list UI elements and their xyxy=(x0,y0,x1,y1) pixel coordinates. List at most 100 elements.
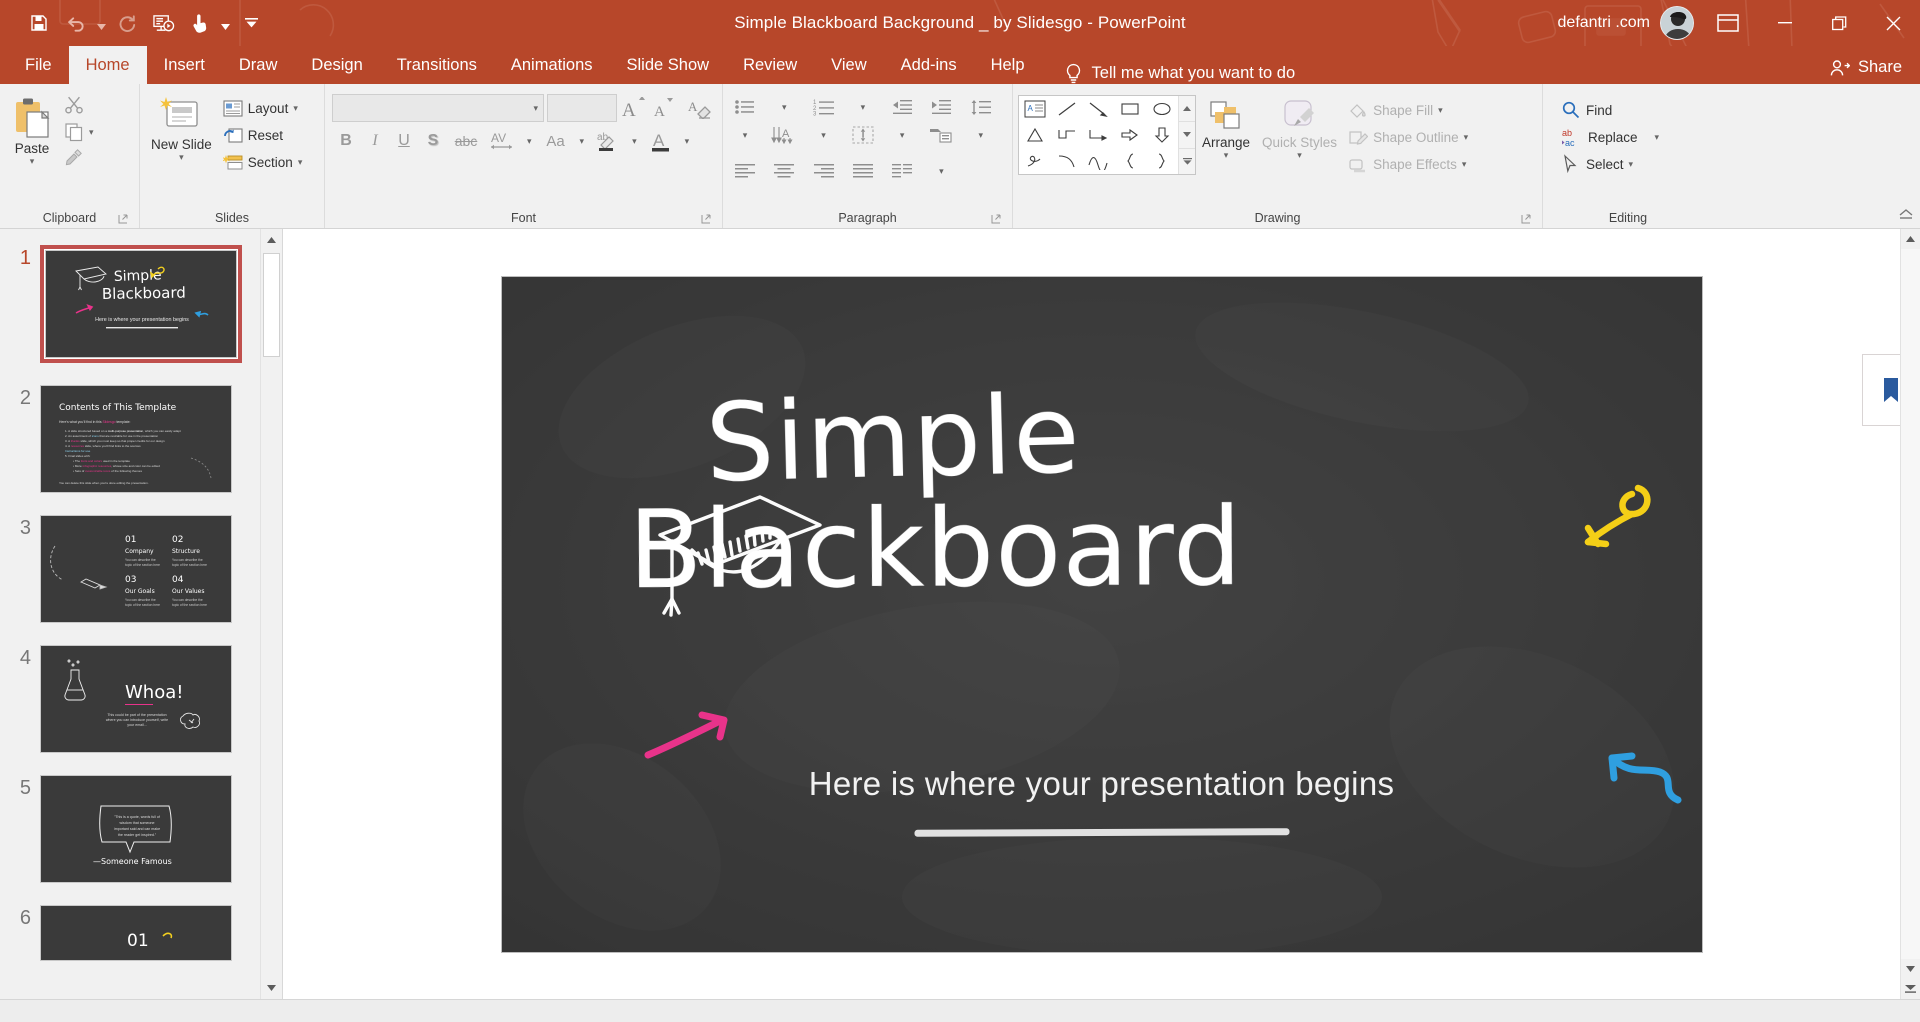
find-button[interactable]: Find xyxy=(1556,97,1664,123)
start-from-beginning-icon[interactable] xyxy=(146,7,180,39)
shape-effects-dropdown-icon[interactable]: ▾ xyxy=(1462,159,1467,169)
quick-styles-button[interactable]: Quick Styles ▾ xyxy=(1256,91,1343,160)
tab-draw[interactable]: Draw xyxy=(222,46,295,84)
shapes-gallery-scrollbar[interactable] xyxy=(1178,96,1195,174)
align-right-button[interactable] xyxy=(809,157,839,185)
section-button[interactable]: Section ▾ xyxy=(218,149,308,175)
section-dropdown-icon[interactable]: ▾ xyxy=(298,157,303,167)
minimize-button[interactable] xyxy=(1758,0,1812,46)
tab-home[interactable]: Home xyxy=(68,46,147,84)
thumbnail-scroll-track[interactable] xyxy=(261,251,282,977)
new-slide-button[interactable]: New Slide ▾ xyxy=(145,89,218,162)
slide-thumbnail-1[interactable]: 1 Simple Blackboard Here is where your p… xyxy=(0,245,282,363)
undo-icon[interactable] xyxy=(58,7,92,39)
bullets-button[interactable] xyxy=(730,93,760,121)
shape-triangle-icon[interactable] xyxy=(1019,122,1051,148)
shape-left-brace-icon[interactable] xyxy=(1114,148,1146,174)
shape-line-icon[interactable] xyxy=(1051,96,1083,122)
character-spacing-button[interactable]: AV xyxy=(485,127,521,155)
bold-button[interactable]: B xyxy=(332,127,360,155)
close-button[interactable] xyxy=(1866,0,1920,46)
character-spacing-dropdown-icon[interactable]: ▾ xyxy=(522,136,537,146)
shape-rectangle-icon[interactable] xyxy=(1114,96,1146,122)
font-name-dropdown-icon[interactable]: ▾ xyxy=(533,103,538,113)
convert-to-smartart-dropdown-icon[interactable]: ▾ xyxy=(966,121,996,149)
paste-button[interactable]: Paste ▾ xyxy=(5,89,59,166)
numbering-dropdown-icon[interactable]: ▾ xyxy=(848,93,878,121)
tab-file[interactable]: File xyxy=(8,46,69,84)
convert-to-smartart-button[interactable] xyxy=(926,121,956,149)
slide-title[interactable]: Simple Blackboard xyxy=(628,372,1489,613)
numbering-button[interactable]: 123 xyxy=(809,93,839,121)
slide-thumbnail-5[interactable]: 5 "This is a quote, words full of wisdom… xyxy=(0,775,282,883)
touch-mode-icon[interactable] xyxy=(182,7,216,39)
tell-me-search[interactable]: Tell me what you want to do xyxy=(1064,63,1295,84)
clipboard-dialog-launcher[interactable] xyxy=(117,213,130,226)
text-highlight-dropdown-icon[interactable]: ▾ xyxy=(627,136,642,146)
replace-button[interactable]: ab ac Replace ▾ xyxy=(1556,124,1664,150)
slide-subtitle[interactable]: Here is where your presentation begins xyxy=(502,765,1702,803)
shape-fill-dropdown-icon[interactable]: ▾ xyxy=(1438,105,1443,115)
line-spacing-dropdown-icon[interactable]: ▾ xyxy=(730,121,760,149)
layout-dropdown-icon[interactable]: ▾ xyxy=(293,103,298,113)
tab-design[interactable]: Design xyxy=(294,46,379,84)
undo-dropdown-icon[interactable] xyxy=(94,8,108,38)
paragraph-dialog-launcher[interactable] xyxy=(990,213,1003,226)
center-button[interactable] xyxy=(769,157,799,185)
slide-editing-stage[interactable]: Simple Blackboard Here is where your pre… xyxy=(283,229,1920,999)
redo-icon[interactable] xyxy=(110,7,144,39)
new-slide-dropdown-icon[interactable]: ▾ xyxy=(179,152,184,162)
slide-thumbnail-6[interactable]: 6 01 xyxy=(0,905,282,961)
columns-button[interactable] xyxy=(887,157,917,185)
tab-help[interactable]: Help xyxy=(974,46,1042,84)
justify-button[interactable] xyxy=(848,157,878,185)
shape-scribble-icon[interactable] xyxy=(1019,148,1051,174)
align-text-dropdown-icon[interactable]: ▾ xyxy=(887,121,917,149)
change-case-button[interactable]: Aa xyxy=(538,127,574,155)
stage-scroll-down-icon[interactable] xyxy=(1901,959,1920,979)
change-case-dropdown-icon[interactable]: ▾ xyxy=(575,136,590,146)
customize-qat-icon[interactable] xyxy=(234,7,268,39)
slide-thumbnail-4[interactable]: 4 Whoa! This could be part of the presen… xyxy=(0,645,282,753)
clear-formatting-button[interactable]: A xyxy=(682,94,718,122)
tab-animations[interactable]: Animations xyxy=(494,46,610,84)
text-shadow-button[interactable]: S xyxy=(419,127,447,155)
replace-dropdown-icon[interactable]: ▾ xyxy=(1655,132,1660,142)
shape-textbox-icon[interactable]: A xyxy=(1019,96,1051,122)
thumbnail-scroll-down-icon[interactable] xyxy=(261,977,282,999)
shape-right-arrow-icon[interactable] xyxy=(1114,122,1146,148)
shapes-more-icon[interactable] xyxy=(1179,148,1195,174)
arrange-button[interactable]: Arrange ▾ xyxy=(1196,91,1256,160)
font-color-button[interactable]: A xyxy=(643,127,679,155)
cut-button[interactable] xyxy=(59,92,99,118)
ribbon-display-options-icon[interactable] xyxy=(1708,6,1748,40)
thumbnail-scroll-thumb[interactable] xyxy=(263,253,280,357)
align-left-button[interactable] xyxy=(730,157,760,185)
shapes-scroll-up-icon[interactable] xyxy=(1179,96,1195,123)
select-dropdown-icon[interactable]: ▾ xyxy=(1629,159,1634,169)
increase-font-size-button[interactable]: A xyxy=(620,94,648,122)
shape-elbow-connector-icon[interactable] xyxy=(1051,122,1083,148)
shape-curve-icon[interactable] xyxy=(1051,148,1083,174)
shape-oval-icon[interactable] xyxy=(1146,96,1178,122)
avatar[interactable] xyxy=(1660,6,1694,40)
thumbnail-scrollbar[interactable] xyxy=(260,229,282,999)
shapes-scroll-down-icon[interactable] xyxy=(1179,122,1195,149)
select-button[interactable]: Select ▾ xyxy=(1556,151,1664,177)
tab-view[interactable]: View xyxy=(814,46,883,84)
collapse-ribbon-icon[interactable] xyxy=(1898,206,1914,224)
arrange-dropdown-icon[interactable]: ▾ xyxy=(1224,150,1229,160)
line-spacing-button[interactable] xyxy=(966,93,996,121)
shape-freeform-icon[interactable] xyxy=(1083,148,1115,174)
thumbnail-scroll-up-icon[interactable] xyxy=(261,229,282,251)
shape-arrow-icon[interactable] xyxy=(1083,96,1115,122)
copy-button[interactable]: ▾ xyxy=(59,119,99,145)
decrease-font-size-button[interactable]: A xyxy=(651,94,679,122)
layout-button[interactable]: Layout ▾ xyxy=(218,95,308,121)
shape-effects-button[interactable]: Shape Effects ▾ xyxy=(1343,151,1473,177)
font-color-dropdown-icon[interactable]: ▾ xyxy=(680,136,695,146)
font-size-combo[interactable] xyxy=(547,94,617,122)
shape-fill-button[interactable]: Shape Fill ▾ xyxy=(1343,97,1473,123)
text-direction-button[interactable]: A xyxy=(769,121,799,149)
save-icon[interactable] xyxy=(22,7,56,39)
